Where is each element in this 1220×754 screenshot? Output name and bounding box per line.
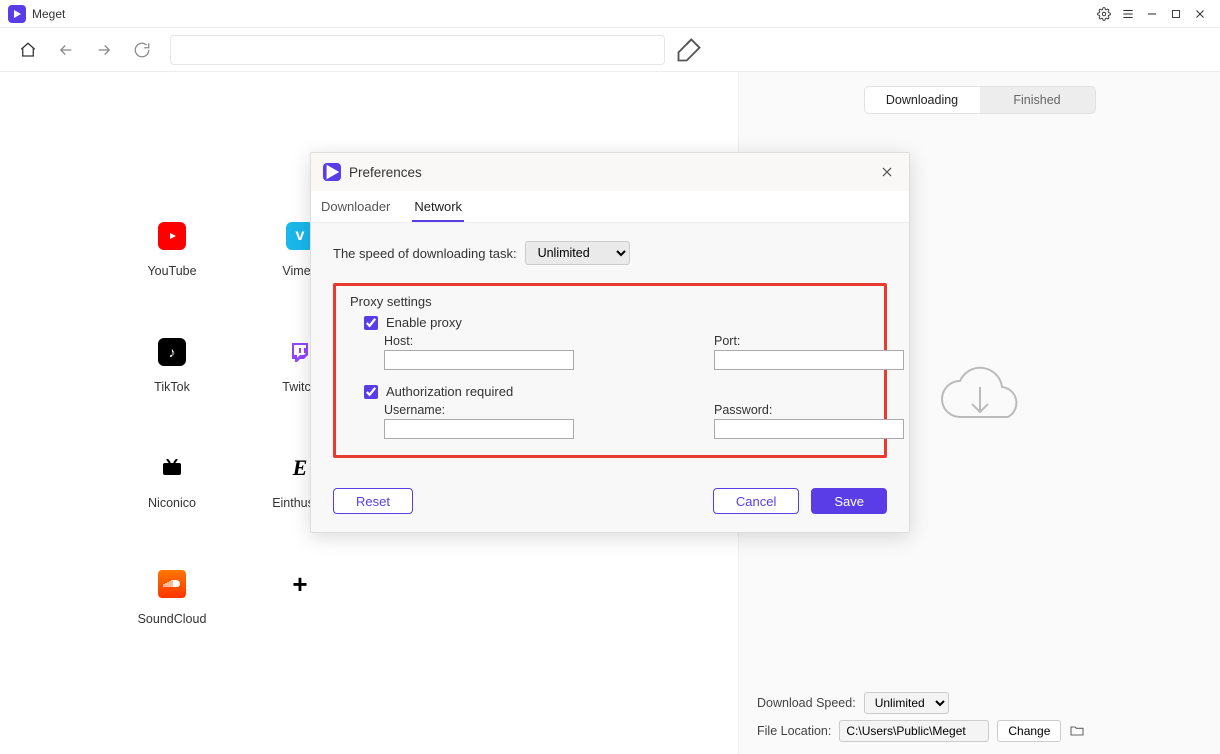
tab-finished[interactable]: Finished bbox=[980, 87, 1095, 113]
tab-downloader[interactable]: Downloader bbox=[319, 193, 392, 222]
enable-proxy-checkbox[interactable] bbox=[364, 316, 378, 330]
dialog-footer: Reset Cancel Save bbox=[311, 472, 909, 532]
maximize-icon[interactable] bbox=[1164, 2, 1188, 26]
url-input[interactable] bbox=[170, 35, 665, 65]
app-name: Meget bbox=[32, 7, 65, 21]
site-add[interactable]: + bbox=[236, 570, 364, 626]
close-icon[interactable] bbox=[1188, 2, 1212, 26]
site-soundcloud[interactable]: SoundCloud bbox=[108, 570, 236, 626]
enable-proxy-label: Enable proxy bbox=[386, 315, 462, 330]
soundcloud-icon bbox=[158, 570, 186, 598]
youtube-icon bbox=[158, 222, 186, 250]
dialog-close-icon[interactable] bbox=[877, 162, 897, 182]
speed-label: The speed of downloading task: bbox=[333, 246, 517, 261]
save-button[interactable]: Save bbox=[811, 488, 887, 514]
plus-icon: + bbox=[286, 570, 314, 598]
dialog-title: Preferences bbox=[349, 165, 422, 180]
host-input[interactable] bbox=[384, 350, 574, 370]
site-niconico[interactable]: Niconico bbox=[108, 454, 236, 510]
host-label: Host: bbox=[384, 334, 574, 348]
username-label: Username: bbox=[384, 403, 574, 417]
site-label: TikTok bbox=[154, 380, 190, 394]
auth-required-label: Authorization required bbox=[386, 384, 513, 399]
menu-icon[interactable] bbox=[1116, 2, 1140, 26]
forward-icon[interactable] bbox=[90, 36, 118, 64]
niconico-icon bbox=[158, 454, 186, 482]
download-tabs: Downloading Finished bbox=[864, 86, 1096, 114]
site-label: Niconico bbox=[148, 496, 196, 510]
file-location-input[interactable] bbox=[839, 720, 989, 742]
password-input[interactable] bbox=[714, 419, 904, 439]
brush-icon[interactable] bbox=[675, 36, 703, 64]
preferences-dialog: Preferences Downloader Network The speed… bbox=[310, 152, 910, 533]
tiktok-icon: ♪ bbox=[158, 338, 186, 366]
site-youtube[interactable]: YouTube bbox=[108, 222, 236, 278]
site-label: SoundCloud bbox=[138, 612, 207, 626]
auth-required-checkbox[interactable] bbox=[364, 385, 378, 399]
site-tiktok[interactable]: ♪ TikTok bbox=[108, 338, 236, 394]
change-button[interactable]: Change bbox=[997, 720, 1061, 742]
cancel-button[interactable]: Cancel bbox=[713, 488, 799, 514]
folder-icon[interactable] bbox=[1069, 723, 1085, 739]
username-input[interactable] bbox=[384, 419, 574, 439]
download-speed-select[interactable]: Unlimited bbox=[864, 692, 949, 714]
settings-icon[interactable] bbox=[1092, 2, 1116, 26]
port-input[interactable] bbox=[714, 350, 904, 370]
proxy-settings-box: Proxy settings Enable proxy Host: Port: … bbox=[333, 283, 887, 458]
site-label: YouTube bbox=[147, 264, 196, 278]
tab-downloading[interactable]: Downloading bbox=[865, 87, 980, 113]
reload-icon[interactable] bbox=[128, 36, 156, 64]
password-label: Password: bbox=[714, 403, 904, 417]
file-location-label: File Location: bbox=[757, 724, 831, 738]
speed-select[interactable]: Unlimited bbox=[525, 241, 630, 265]
app-icon bbox=[8, 5, 26, 23]
titlebar: Meget bbox=[0, 0, 1220, 28]
dialog-header: Preferences bbox=[311, 153, 909, 191]
download-speed-label: Download Speed: bbox=[757, 696, 856, 710]
reset-button[interactable]: Reset bbox=[333, 488, 413, 514]
right-footer: Download Speed: Unlimited File Location:… bbox=[739, 680, 1220, 754]
port-label: Port: bbox=[714, 334, 904, 348]
proxy-title: Proxy settings bbox=[350, 294, 870, 309]
tab-network[interactable]: Network bbox=[412, 193, 464, 222]
browser-toolbar bbox=[0, 28, 1220, 72]
back-icon[interactable] bbox=[52, 36, 80, 64]
app-icon bbox=[323, 163, 341, 181]
dialog-body: The speed of downloading task: Unlimited… bbox=[311, 223, 909, 472]
minimize-icon[interactable] bbox=[1140, 2, 1164, 26]
dialog-tabs: Downloader Network bbox=[311, 191, 909, 223]
home-icon[interactable] bbox=[14, 36, 42, 64]
